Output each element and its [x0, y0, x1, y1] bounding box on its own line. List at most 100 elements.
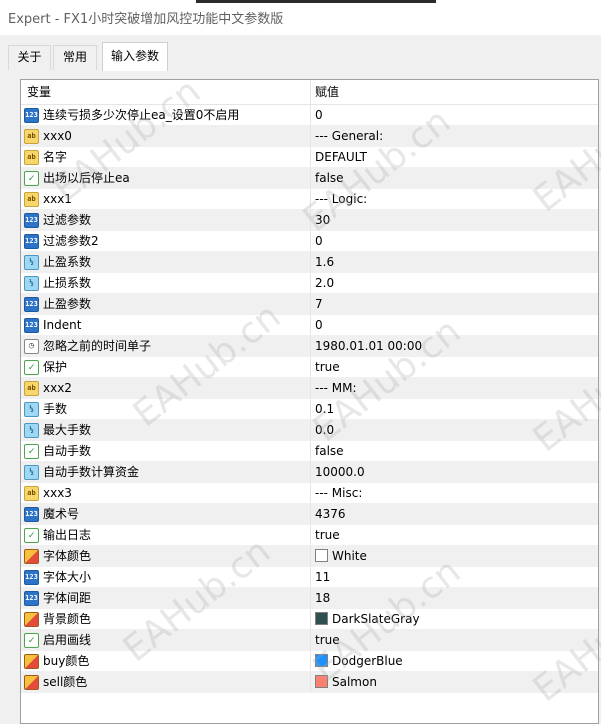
- parameter-value[interactable]: 4376: [315, 504, 346, 525]
- table-row[interactable]: ✓ 保护 true: [21, 357, 598, 378]
- table-row[interactable]: ab xxx0 --- General:: [21, 126, 598, 147]
- int-type-icon: 123: [24, 318, 39, 333]
- parameter-value[interactable]: 30: [315, 210, 330, 231]
- parameter-value[interactable]: 11: [315, 567, 330, 588]
- table-row[interactable]: 123 字体大小 11: [21, 567, 598, 588]
- color-swatch[interactable]: [315, 612, 328, 625]
- parameter-value[interactable]: 2.0: [315, 273, 334, 294]
- int-type-icon: 123: [24, 507, 39, 522]
- table-row[interactable]: 123 过滤参数 30: [21, 210, 598, 231]
- parameter-name: 自动手数: [43, 444, 92, 458]
- table-row[interactable]: ab 名字 DEFAULT: [21, 147, 598, 168]
- row-divider: [310, 126, 311, 146]
- parameter-value[interactable]: true: [315, 357, 340, 378]
- parameter-value[interactable]: 0.1: [315, 399, 334, 420]
- parameter-value[interactable]: --- MM:: [315, 378, 357, 399]
- parameter-name: 手数: [43, 402, 68, 416]
- color-swatch[interactable]: [315, 675, 328, 688]
- int-type-icon: 123: [24, 570, 39, 585]
- row-divider: [310, 252, 311, 272]
- parameter-value[interactable]: true: [315, 630, 340, 651]
- double-type-icon: ½: [24, 276, 39, 291]
- table-row[interactable]: 123 过滤参数2 0: [21, 231, 598, 252]
- color-swatch[interactable]: [315, 549, 328, 562]
- parameter-name: xxx3: [43, 486, 72, 500]
- parameter-value[interactable]: White: [332, 546, 367, 567]
- parameter-value[interactable]: --- General:: [315, 126, 383, 147]
- table-row[interactable]: 123 魔术号 4376: [21, 504, 598, 525]
- parameter-value[interactable]: --- Misc:: [315, 483, 362, 504]
- table-row[interactable]: ½ 止损系数 2.0: [21, 273, 598, 294]
- table-row[interactable]: 123 Indent 0: [21, 315, 598, 336]
- parameter-value[interactable]: 7: [315, 294, 323, 315]
- parameter-value[interactable]: Salmon: [332, 672, 377, 693]
- parameter-value[interactable]: false: [315, 168, 344, 189]
- table-row[interactable]: ✓ 出场以后停止ea false: [21, 168, 598, 189]
- parameter-value[interactable]: --- Logic:: [315, 189, 367, 210]
- string-type-icon: ab: [24, 381, 39, 396]
- table-header: 变量 赋值: [21, 80, 598, 105]
- bool-type-icon: ✓: [24, 528, 39, 543]
- double-type-icon: ½: [24, 255, 39, 270]
- table-row[interactable]: ✓ 输出日志 true: [21, 525, 598, 546]
- table-row[interactable]: ◷ 忽略之前的时间单子 1980.01.01 00:00: [21, 336, 598, 357]
- parameter-name: 最大手数: [43, 423, 92, 437]
- parameter-name: 启用画线: [43, 633, 92, 647]
- table-row[interactable]: ab xxx2 --- MM:: [21, 378, 598, 399]
- parameter-value[interactable]: 0: [315, 231, 323, 252]
- table-row[interactable]: 123 止盈参数 7: [21, 294, 598, 315]
- row-divider: [310, 399, 311, 419]
- parameter-value[interactable]: 1.6: [315, 252, 334, 273]
- parameter-value[interactable]: DarkSlateGray: [332, 609, 420, 630]
- color-swatch[interactable]: [315, 654, 328, 667]
- table-row[interactable]: ½ 自动手数计算资金 10000.0: [21, 462, 598, 483]
- tab-about[interactable]: 关于: [8, 45, 51, 70]
- parameter-value[interactable]: DodgerBlue: [332, 651, 403, 672]
- row-divider: [310, 294, 311, 314]
- parameter-value[interactable]: false: [315, 441, 344, 462]
- row-divider: [310, 315, 311, 335]
- row-divider: [310, 189, 311, 209]
- parameter-value[interactable]: 1980.01.01 00:00: [315, 336, 422, 357]
- parameter-value[interactable]: 10000.0: [315, 462, 365, 483]
- parameter-name: 保护: [43, 360, 68, 374]
- table-row[interactable]: 背景颜色 DarkSlateGray: [21, 609, 598, 630]
- datetime-type-icon: ◷: [24, 339, 39, 354]
- table-body: 123 连续亏损多少次停止ea_设置0不启用 0 ab xxx0 --- General:…: [21, 105, 598, 693]
- string-type-icon: ab: [24, 129, 39, 144]
- table-row[interactable]: ab xxx3 --- Misc:: [21, 483, 598, 504]
- column-header-variable[interactable]: 变量: [27, 80, 51, 105]
- parameter-value[interactable]: DEFAULT: [315, 147, 367, 168]
- tab-common[interactable]: 常用: [53, 45, 97, 70]
- column-divider[interactable]: [310, 80, 311, 104]
- bool-type-icon: ✓: [24, 444, 39, 459]
- table-row[interactable]: 123 字体间距 18: [21, 588, 598, 609]
- tab-inputs[interactable]: 输入参数: [102, 42, 168, 71]
- parameter-name: 出场以后停止ea: [43, 171, 130, 185]
- parameter-name: 忽略之前的时间单子: [43, 339, 152, 353]
- parameter-name: 背景颜色: [43, 612, 92, 626]
- row-divider: [310, 462, 311, 482]
- parameter-value[interactable]: 0.0: [315, 420, 334, 441]
- table-row[interactable]: ½ 手数 0.1: [21, 399, 598, 420]
- table-row[interactable]: 123 连续亏损多少次停止ea_设置0不启用 0: [21, 105, 598, 126]
- table-row[interactable]: ✓ 启用画线 true: [21, 630, 598, 651]
- table-row[interactable]: ½ 最大手数 0.0: [21, 420, 598, 441]
- parameter-name: 名字: [43, 150, 68, 164]
- table-row[interactable]: sell颜色 Salmon: [21, 672, 598, 693]
- parameter-value[interactable]: 0: [315, 105, 323, 126]
- table-row[interactable]: 字体颜色 White: [21, 546, 598, 567]
- parameter-name: 字体大小: [43, 570, 92, 584]
- parameter-value[interactable]: true: [315, 525, 340, 546]
- color-type-icon: [24, 675, 39, 690]
- parameter-value[interactable]: 18: [315, 588, 330, 609]
- table-row[interactable]: buy颜色 DodgerBlue: [21, 651, 598, 672]
- row-divider: [310, 105, 311, 125]
- table-row[interactable]: ab xxx1 --- Logic:: [21, 189, 598, 210]
- table-row[interactable]: ½ 止盈系数 1.6: [21, 252, 598, 273]
- row-divider: [310, 567, 311, 587]
- row-divider: [310, 147, 311, 167]
- column-header-value[interactable]: 赋值: [315, 80, 339, 105]
- parameter-value[interactable]: 0: [315, 315, 323, 336]
- table-row[interactable]: ✓ 自动手数 false: [21, 441, 598, 462]
